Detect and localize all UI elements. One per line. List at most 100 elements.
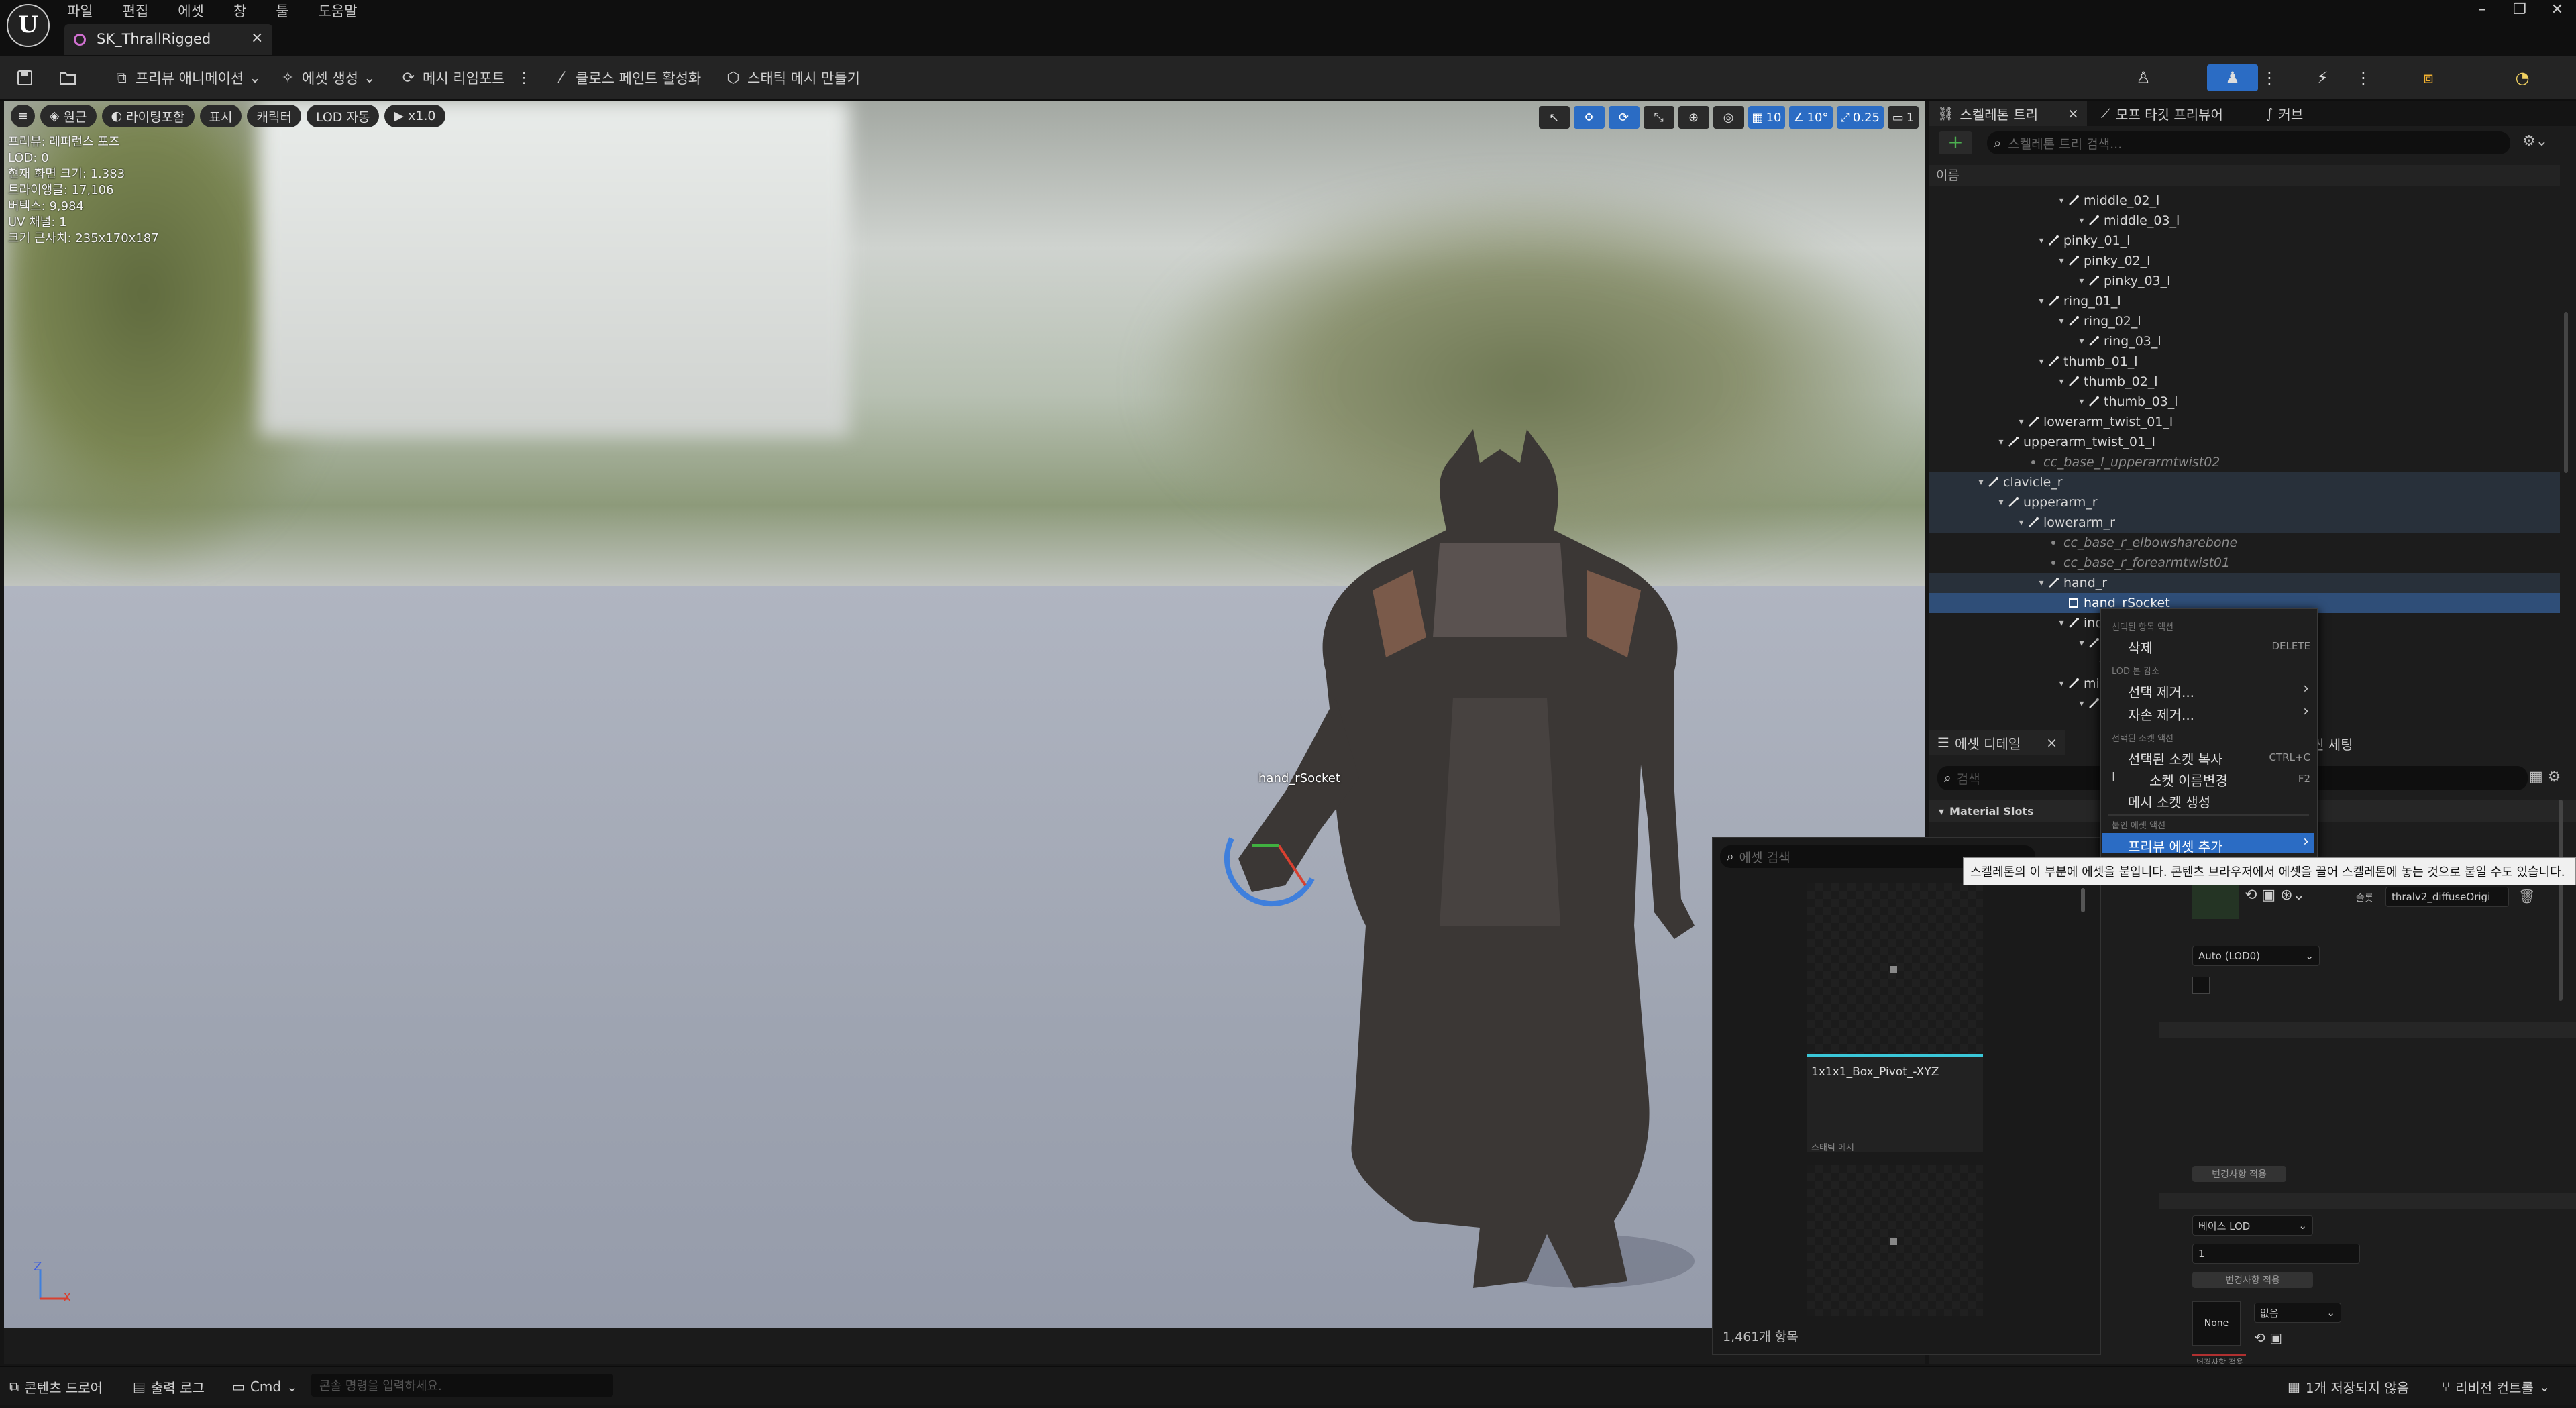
expand-arrow-icon[interactable]: ▾ [2057,618,2066,629]
close-tab-icon[interactable]: × [2046,735,2057,751]
playback-speed-button[interactable]: ▶ x1.0 [384,105,445,127]
translate-tool-icon[interactable]: ✥ [1573,106,1605,129]
mode-options-icon[interactable]: ⋮ [2259,64,2279,91]
tree-row-bone[interactable]: ▾ thumb_01_l [1929,351,2560,372]
tree-row-bone[interactable]: ▾ upperarm_twist_01_l [1929,432,2560,452]
tree-row-bone[interactable]: ▾ clavicle_r [1929,472,2560,492]
details-scrollbar[interactable] [2559,800,2563,1001]
show-button[interactable]: 표시 [199,105,242,127]
ctx-copy-socket[interactable]: 선택된 소켓 복사 [2128,749,2223,768]
tree-row-bone[interactable]: cc_base_l_upperarmtwist02 [1929,452,2560,472]
expand-arrow-icon[interactable]: ▾ [2077,638,2086,649]
content-drawer-button[interactable]: ⧉ 콘텐츠 드로어 [9,1376,103,1397]
physics-mode-button[interactable]: ◔ [2496,64,2549,91]
make-static-mesh-button[interactable]: ⬡ 스태틱 메시 만들기 [724,66,860,90]
ctx-add-preview-asset[interactable]: 프리뷰 에셋 추가 [2128,836,2223,855]
none-thumbnail[interactable]: None [2192,1301,2241,1346]
asset-tile[interactable] [1807,1165,1983,1316]
tab-skeleton-tree[interactable]: ⛓ 스켈레톤 트리 × [1929,101,2087,126]
apply-changes-button[interactable]: 변경사항 적용 [2192,1166,2286,1182]
ctx-create-mesh-socket[interactable]: 메시 소켓 생성 [2128,792,2210,811]
scale-tool-icon[interactable]: ⤡ [1643,106,1674,129]
grid-snap-button[interactable]: ▦ 10 [1748,106,1786,129]
expand-arrow-icon[interactable]: ▾ [2017,517,2026,528]
tree-row-bone[interactable]: cc_base_r_elbowsharebone [1929,533,2560,553]
tab-asset-details[interactable]: ☰ 에셋 디테일 × [1929,730,2066,755]
add-button[interactable]: + [1939,131,1972,154]
character-button[interactable]: 캐릭터 [247,105,301,127]
table-view-icon[interactable]: ▦ ⚙ [2529,769,2561,786]
tree-row-bone[interactable]: ▾ middle_03_l [1929,211,2560,231]
blueprint-mode-button[interactable]: ⧈ [2402,64,2455,91]
rotate-tool-icon[interactable]: ⟳ [1608,106,1640,129]
menu-edit[interactable]: 편집 [123,0,165,23]
asset-tile[interactable]: 1x1x1_Box_Pivot_-XYZ 스태틱 메시 [1807,883,1983,1153]
tab-curves[interactable]: ∫ 커브 [2258,101,2311,126]
expand-arrow-icon[interactable]: ▾ [2037,296,2046,307]
local-space-icon[interactable]: ⊕ [1678,106,1709,129]
lit-button[interactable]: ◐ 라이팅포함 [101,105,195,127]
expand-arrow-icon[interactable]: ▾ [2037,578,2046,588]
lod-auto-button[interactable]: LOD 자동 [306,105,380,127]
console-input[interactable]: 콘솔 명령을 입력하세요. [311,1374,613,1397]
expand-arrow-icon[interactable]: ▾ [2077,215,2086,226]
lod-number-input[interactable]: 1 [2192,1244,2360,1264]
tree-row-bone[interactable]: ▾ hand_r [1929,573,2560,593]
minimize-button[interactable]: – [2463,0,2501,23]
tree-row-bone[interactable]: ▾ upperarm_r [1929,492,2560,512]
menu-file[interactable]: 파일 [67,0,109,23]
expand-arrow-icon[interactable]: ▾ [2037,356,2046,367]
slot-name-field[interactable]: thralv2_diffuseOrigi [2385,887,2509,907]
close-window-button[interactable]: ✕ [2538,0,2576,23]
expand-arrow-icon[interactable]: ▾ [1976,477,1986,488]
settings-gear-icon[interactable]: ⚙⌄ [2522,133,2548,150]
tree-row-bone[interactable]: ▾ middle_02_l [1929,191,2560,211]
tab-morph-target[interactable]: ⟋ 모프 타깃 프리뷰어 [2093,101,2231,126]
tree-row-bone[interactable]: ▾ ring_03_l [1929,331,2560,351]
ctx-rename-socket[interactable]: 소켓 이름변경 [2149,770,2228,790]
expand-arrow-icon[interactable]: ▾ [2057,316,2066,327]
expand-arrow-icon[interactable]: ▾ [2057,256,2066,266]
lod-dropdown[interactable]: Auto (LOD0) ⌄ [2192,946,2320,966]
revision-control-button[interactable]: ⑂ 리비전 컨트롤 ⌄ [2442,1376,2551,1397]
expand-arrow-icon[interactable]: ▾ [2057,195,2066,206]
scale-snap-button[interactable]: ⤢ 0.25 [1836,106,1884,129]
save-button[interactable] [16,66,34,90]
create-asset-button[interactable]: ✧ 에셋 생성 ⌄ [279,66,376,90]
anim-options-icon[interactable]: ⋮ [2353,64,2373,91]
none-browse-icons[interactable]: ⟲ ▣ [2254,1330,2282,1346]
base-lod-dropdown[interactable]: 베이스 LOD ⌄ [2192,1215,2313,1236]
perspective-button[interactable]: ◈ 원근 [40,105,97,127]
reimport-mesh-button[interactable]: ⟳ 메시 리임포트 ⋮ [400,66,531,90]
tree-row-bone[interactable]: ▾ pinky_01_l [1929,231,2560,251]
tree-row-bone[interactable]: ▾ lowerarm_r [1929,512,2560,533]
tree-row-bone[interactable]: ▾ lowerarm_twist_01_l [1929,412,2560,432]
material-browse-icons[interactable]: ⟲ ▣ ⊛⌄ [2245,887,2305,904]
expand-arrow-icon[interactable]: ▾ [2077,698,2086,709]
maximize-button[interactable]: ❐ [2501,0,2538,23]
picker-scrollbar[interactable] [2081,888,2085,912]
expand-arrow-icon[interactable]: ▾ [2057,678,2066,689]
tree-row-bone[interactable]: ▾ pinky_02_l [1929,251,2560,271]
tree-row-bone[interactable]: ▾ thumb_03_l [1929,392,2560,412]
apply-changes-button-2[interactable]: 변경사항 적용 [2192,1272,2313,1288]
close-tab-icon[interactable]: × [2068,105,2079,121]
tree-row-bone[interactable]: ▾ thumb_02_l [1929,372,2560,392]
expand-arrow-icon[interactable]: ▾ [2077,276,2086,286]
menu-asset[interactable]: 에셋 [178,0,220,23]
ctx-remove-selected[interactable]: 선택 제거... [2128,682,2194,701]
menu-help[interactable]: 도움말 [319,0,374,23]
menu-tools[interactable]: 툴 [276,0,305,23]
browse-button[interactable] [59,66,76,90]
cmd-dropdown[interactable]: ▭ Cmd ⌄ [232,1376,298,1397]
skeleton-mode-button[interactable]: ♙ [2120,64,2167,91]
document-tab[interactable]: SK_ThrallRigged × [64,24,272,55]
expand-arrow-icon[interactable]: ▾ [1996,437,2006,447]
preview-animation-button[interactable]: ⧉ 프리뷰 애니메이션 ⌄ [113,66,261,90]
close-tab-icon[interactable]: × [251,30,263,46]
tree-row-bone[interactable]: ▾ ring_02_l [1929,311,2560,331]
animation-mode-button[interactable]: ⚡ [2301,64,2344,91]
tree-row-bone[interactable]: cc_base_r_forearmtwist01 [1929,553,2560,573]
expand-arrow-icon[interactable]: ▾ [2037,235,2046,246]
tree-scrollbar[interactable] [2564,312,2568,473]
